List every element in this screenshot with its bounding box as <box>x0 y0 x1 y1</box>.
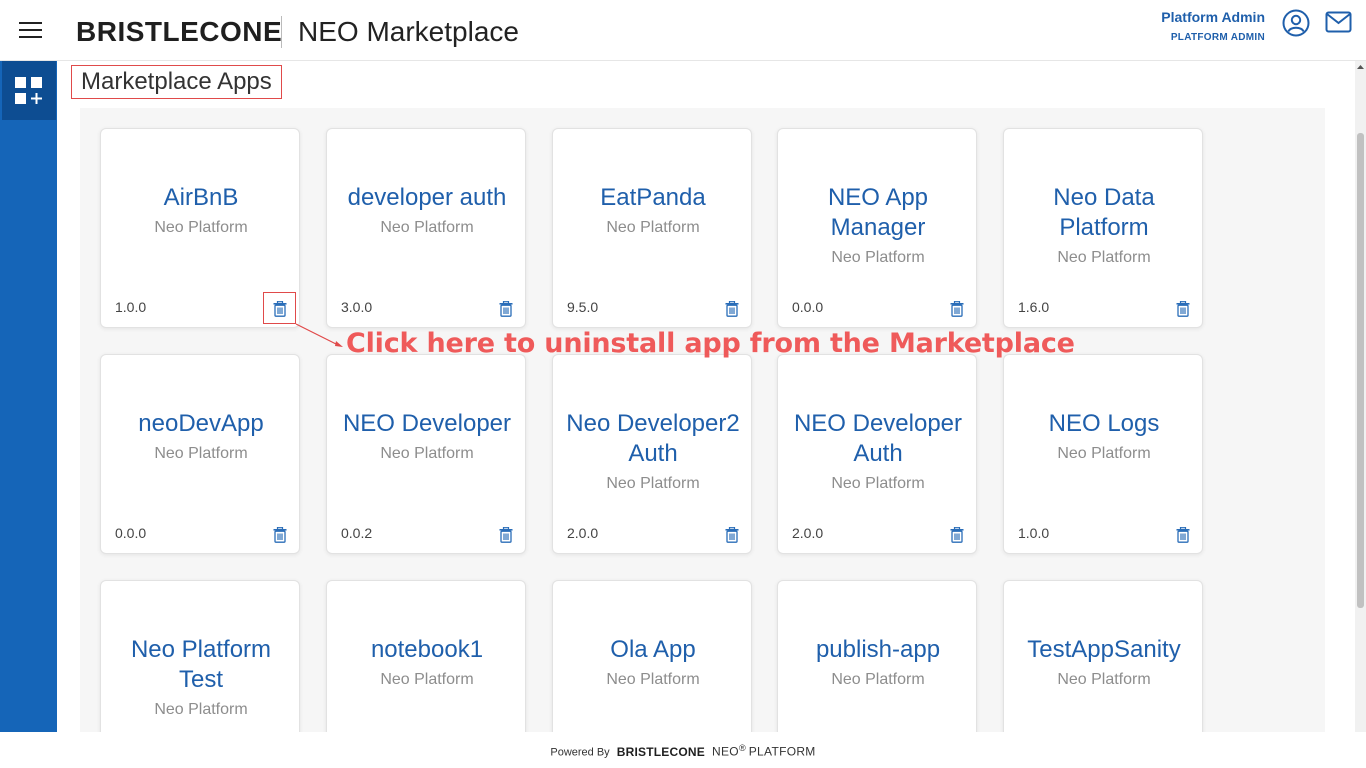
user-role: PLATFORM ADMIN <box>1170 32 1265 43</box>
app-card-publisher: Neo Platform <box>380 219 474 236</box>
user-profile-icon[interactable] <box>1282 9 1310 37</box>
app-card-publisher: Neo Platform <box>154 219 248 236</box>
app-card-publisher: Neo Platform <box>1057 671 1151 688</box>
app-root: BRISTLECONE NEO Marketplace Platform Adm… <box>0 0 1366 768</box>
menu-icon[interactable] <box>19 22 42 38</box>
app-card[interactable]: neoDevApp Neo Platform 0.0.0 <box>100 354 300 554</box>
app-card-version: 9.5.0 <box>567 299 599 315</box>
scroll-up-arrow-icon[interactable] <box>1355 61 1366 73</box>
app-card-name[interactable]: EatPanda <box>553 183 753 213</box>
app-card-version: 3.0.0 <box>341 299 373 315</box>
app-card-name[interactable]: AirBnB <box>101 183 301 213</box>
app-card[interactable]: NEO Developer Auth Neo Platform 2.0.0 <box>777 354 977 554</box>
app-card-name[interactable]: Neo Platform Test <box>101 635 301 695</box>
app-card-name[interactable]: Ola App <box>553 635 753 665</box>
app-card[interactable]: Neo Platform Test Neo Platform <box>100 580 300 732</box>
app-card-version: 0.0.0 <box>792 299 824 315</box>
app-card-publisher: Neo Platform <box>831 671 925 688</box>
app-card-publisher: Neo Platform <box>606 475 700 492</box>
page-title: Marketplace Apps <box>71 65 282 99</box>
footer-registered: ® <box>738 743 746 753</box>
sidebar-item-marketplace[interactable] <box>2 61 56 120</box>
footer-powered-by: Powered By <box>550 746 610 759</box>
sidebar <box>0 61 57 768</box>
app-card-name[interactable]: NEO App Manager <box>778 183 978 243</box>
top-header: BRISTLECONE NEO Marketplace Platform Adm… <box>0 0 1366 61</box>
app-card[interactable]: NEO Logs Neo Platform 1.0.0 <box>1003 354 1203 554</box>
app-card-publisher: Neo Platform <box>380 671 474 688</box>
footer-brand: BRISTLECONE <box>616 744 705 759</box>
app-grid: AirBnB Neo Platform 1.0.0 developer auth Neo… <box>80 108 1325 732</box>
app-card-version: 1.6.0 <box>1018 299 1050 315</box>
app-card-publisher: Neo Platform <box>831 475 925 492</box>
app-card[interactable]: Ola App Neo Platform <box>552 580 752 732</box>
app-card-version: 2.0.0 <box>792 525 824 541</box>
app-card-publisher: Neo Platform <box>154 445 248 462</box>
app-card[interactable]: publish-app Neo Platform <box>777 580 977 732</box>
footer-product: NEO <box>712 744 739 759</box>
trash-icon[interactable] <box>1176 301 1190 317</box>
app-card[interactable]: AirBnB Neo Platform 1.0.0 <box>100 128 300 328</box>
app-card-version: 0.0.0 <box>115 525 147 541</box>
app-card-name[interactable]: notebook1 <box>327 635 527 665</box>
app-card-version: 1.0.0 <box>1018 525 1050 541</box>
app-card-name[interactable]: publish-app <box>778 635 978 665</box>
trash-icon[interactable] <box>725 527 739 543</box>
app-card-name[interactable]: NEO Developer <box>327 409 527 439</box>
trash-icon[interactable] <box>499 301 513 317</box>
app-card[interactable]: NEO App Manager Neo Platform 0.0.0 <box>777 128 977 328</box>
scrollbar[interactable] <box>1355 61 1366 732</box>
app-card[interactable]: TestAppSanity Neo Platform <box>1003 580 1203 732</box>
app-card-version: 0.0.2 <box>341 525 373 541</box>
trash-icon[interactable] <box>725 301 739 317</box>
app-card-publisher: Neo Platform <box>154 701 248 718</box>
scroll-thumb[interactable] <box>1357 133 1364 608</box>
brand-logo-text: BRISTLECONE <box>76 16 283 47</box>
app-card[interactable]: EatPanda Neo Platform 9.5.0 <box>552 128 752 328</box>
trash-icon[interactable] <box>1176 527 1190 543</box>
app-card-name[interactable]: Neo Data Platform <box>1004 183 1204 243</box>
app-card-name[interactable]: NEO Developer Auth <box>778 409 978 469</box>
footer-platform: PLATFORM <box>748 744 816 759</box>
brand-logo: BRISTLECONE <box>76 14 282 50</box>
app-card-publisher: Neo Platform <box>380 445 474 462</box>
header-divider <box>281 16 282 48</box>
mail-icon[interactable] <box>1325 11 1352 33</box>
app-card-publisher: Neo Platform <box>606 219 700 236</box>
app-card-name[interactable]: Neo Developer2 Auth <box>553 409 753 469</box>
app-card[interactable]: notebook1 Neo Platform <box>326 580 526 732</box>
app-card-name[interactable]: TestAppSanity <box>1004 635 1204 665</box>
user-name[interactable]: Platform Admin <box>1161 9 1265 25</box>
trash-icon[interactable] <box>499 527 513 543</box>
app-card[interactable]: Neo Developer2 Auth Neo Platform 2.0.0 <box>552 354 752 554</box>
app-card-name[interactable]: developer auth <box>327 183 527 213</box>
annotation-text: Click here to uninstall app from the Mar… <box>346 328 1075 359</box>
app-card-version: 2.0.0 <box>567 525 599 541</box>
app-card-publisher: Neo Platform <box>1057 445 1151 462</box>
app-card-version: 1.0.0 <box>115 299 147 315</box>
app-card-name[interactable]: NEO Logs <box>1004 409 1204 439</box>
trash-icon[interactable] <box>950 527 964 543</box>
footer: Powered By BRISTLECONE NEO® PLATFORM <box>0 732 1366 768</box>
app-card-publisher: Neo Platform <box>1057 249 1151 266</box>
app-title: NEO Marketplace <box>298 16 519 47</box>
app-card[interactable]: NEO Developer Neo Platform 0.0.2 <box>326 354 526 554</box>
trash-icon[interactable] <box>950 301 964 317</box>
app-card-publisher: Neo Platform <box>831 249 925 266</box>
app-card-publisher: Neo Platform <box>606 671 700 688</box>
trash-icon[interactable] <box>273 527 287 543</box>
apps-add-icon <box>15 76 42 104</box>
app-card-name[interactable]: neoDevApp <box>101 409 301 439</box>
app-card[interactable]: Neo Data Platform Neo Platform 1.6.0 <box>1003 128 1203 328</box>
trash-icon[interactable] <box>273 301 287 317</box>
app-card[interactable]: developer auth Neo Platform 3.0.0 <box>326 128 526 328</box>
